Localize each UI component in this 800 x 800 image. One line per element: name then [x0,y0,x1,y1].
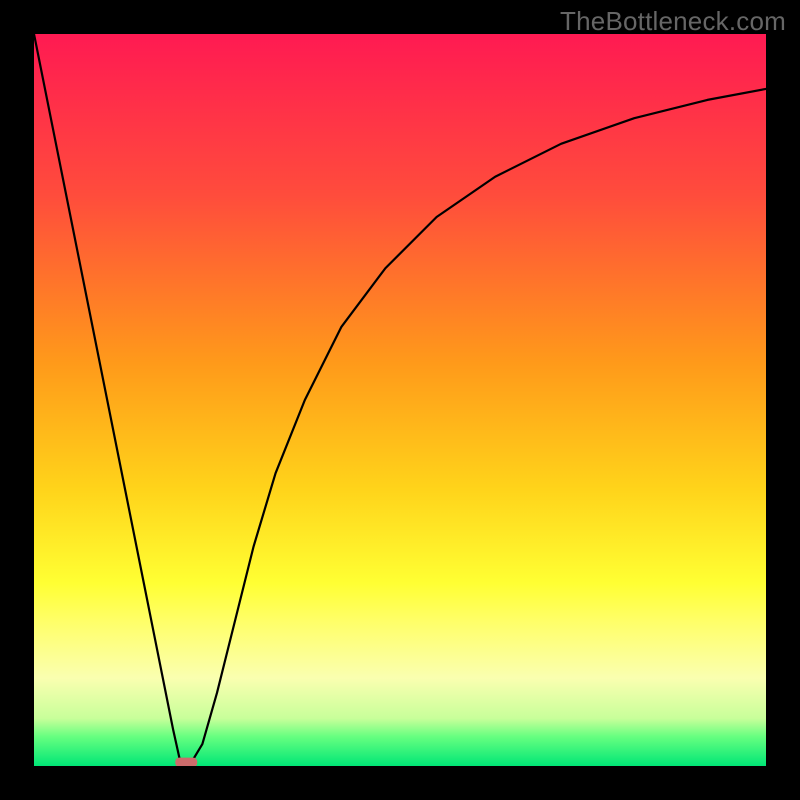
chart-frame: TheBottleneck.com [0,0,800,800]
optimal-marker [175,758,197,766]
gradient-background [34,34,766,766]
chart-svg [34,34,766,766]
plot-area [34,34,766,766]
watermark-text: TheBottleneck.com [560,6,786,37]
